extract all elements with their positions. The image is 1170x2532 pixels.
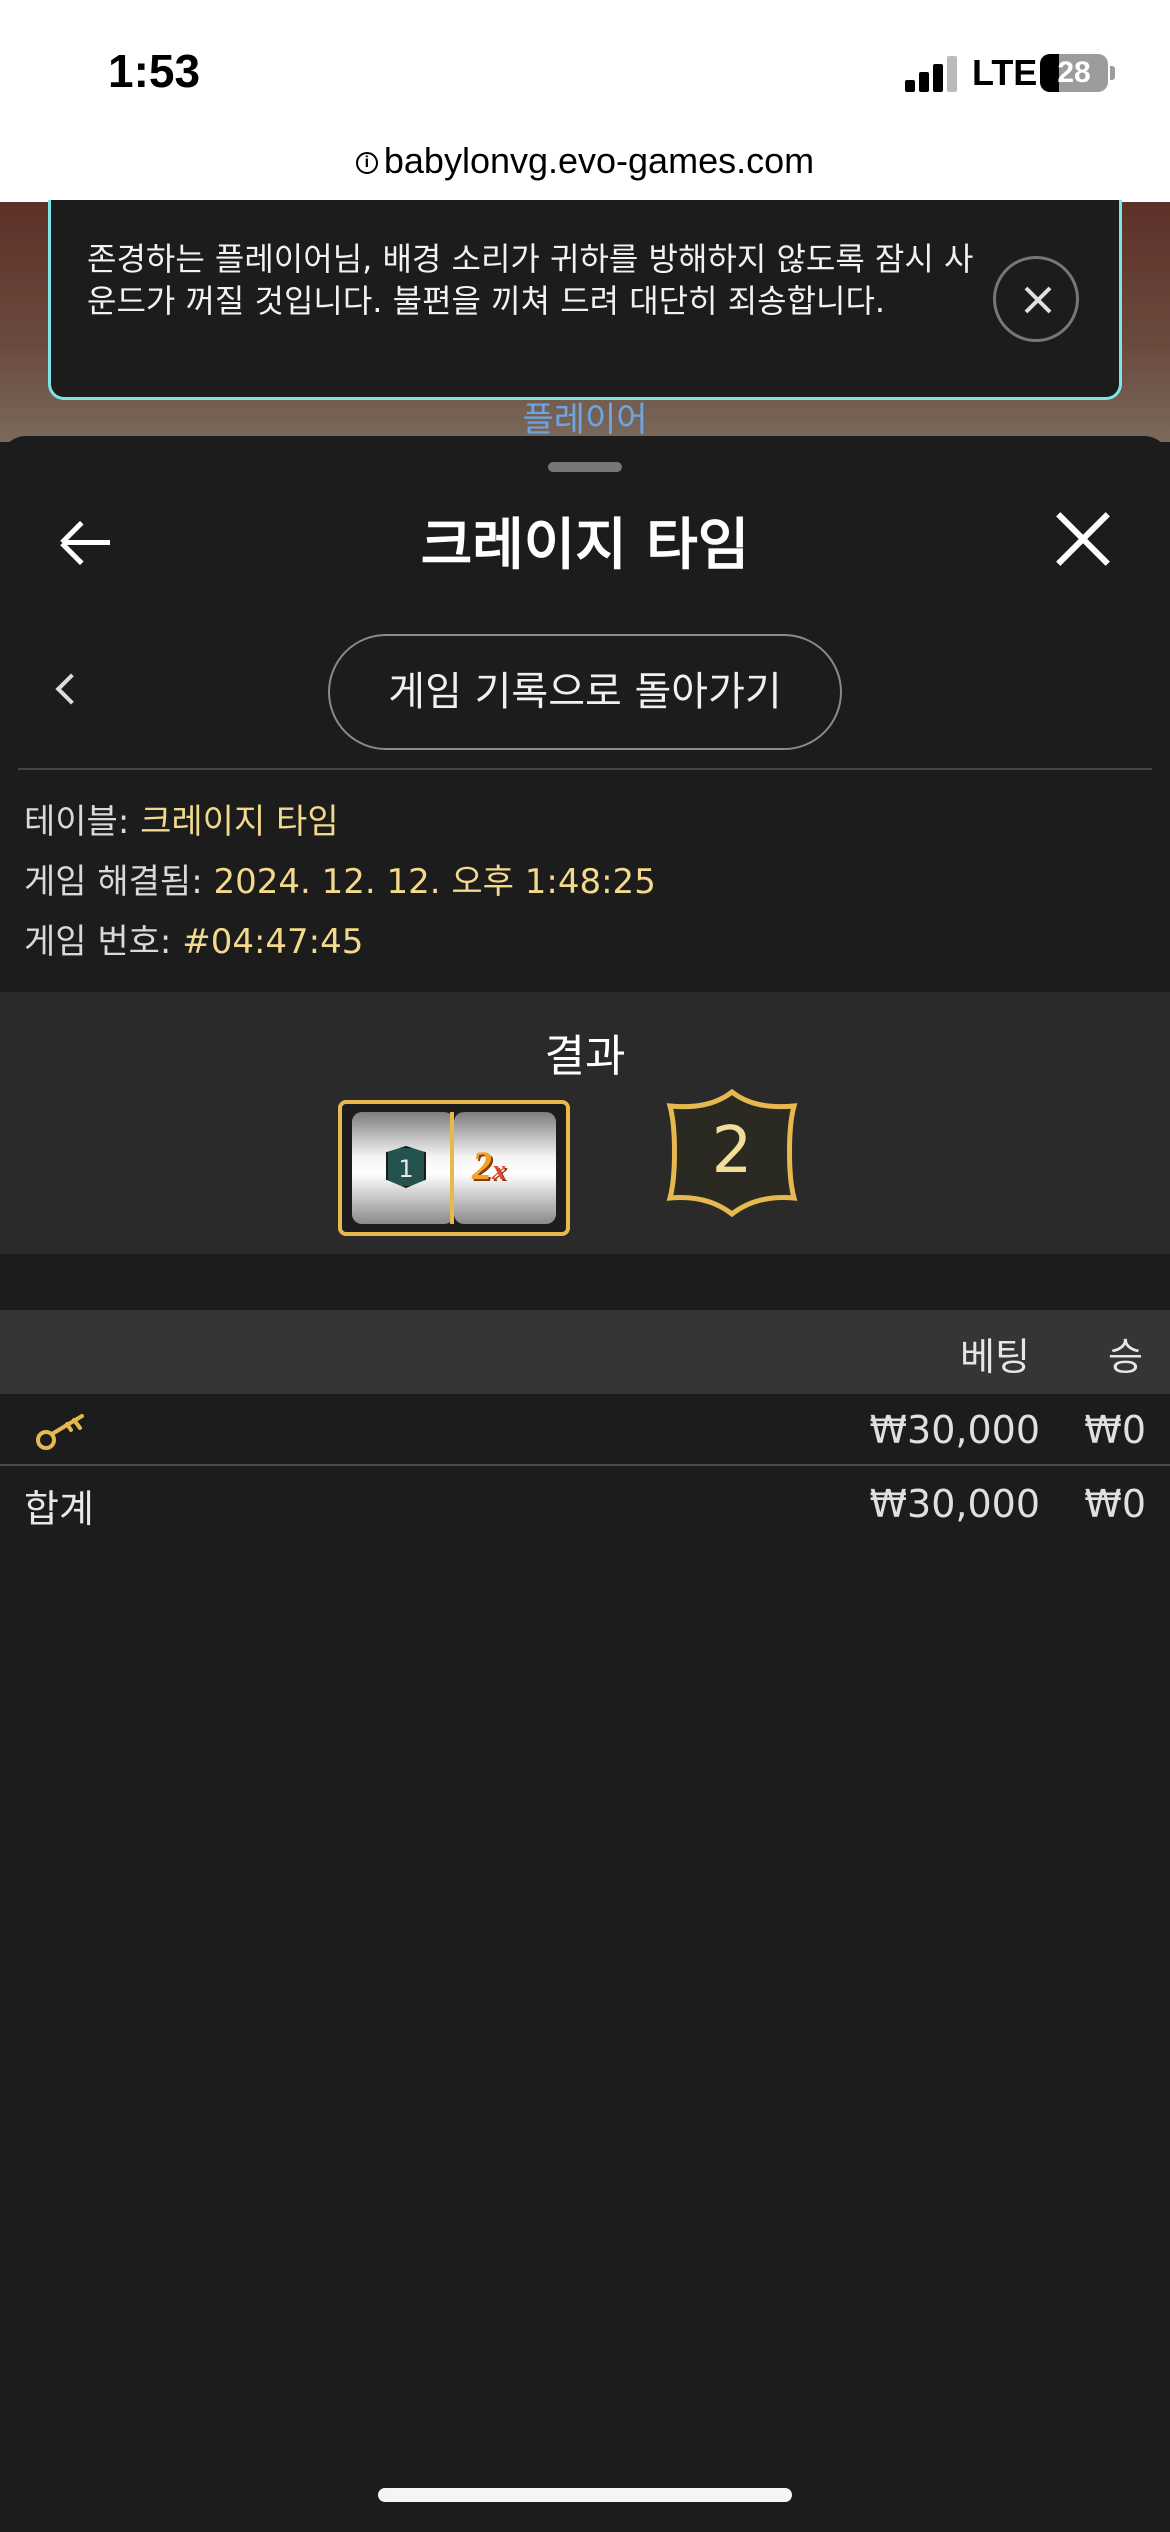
slot-reel-left: 1 [352, 1112, 454, 1224]
game-info: 테이블: 크레이지 타임 게임 해결됨: 2024. 12. 12. 오후 1:… [24, 792, 656, 972]
status-bar: 1:53 LTE 28 [0, 0, 1170, 140]
total-label: 합계 [24, 1487, 94, 1531]
total-bet: ₩30,000 [869, 1482, 1040, 1526]
home-indicator[interactable] [378, 2488, 792, 2502]
result-number-shield-icon: 2 [666, 1088, 798, 1218]
table-row: ₩30,000 ₩0 [0, 1394, 1170, 1466]
table-value: 크레이지 타임 [140, 802, 339, 842]
close-notification-button[interactable] [993, 256, 1079, 342]
result-title: 결과 [544, 1031, 626, 1082]
game-history-sheet: 크레이지 타임 게임 기록으로 돌아가기 테이블: 크레이지 타임 게임 해결됨… [0, 436, 1170, 2532]
table-label: 테이블: [24, 802, 130, 842]
wheel-number: 2 [712, 1114, 753, 1188]
close-icon[interactable] [1054, 510, 1112, 568]
url-text: babylonvg.evo-games.com [383, 140, 815, 181]
network-type: LTE [972, 52, 1038, 93]
game-number-label: 게임 번호: [24, 922, 172, 962]
chevron-left-icon[interactable] [52, 674, 82, 704]
status-time: 1:53 [108, 45, 201, 97]
drag-handle[interactable] [548, 462, 622, 472]
total-win: ₩0 [1084, 1482, 1146, 1526]
slot-divider [450, 1112, 454, 1224]
signal-icon [905, 56, 961, 92]
row-win: ₩0 [1084, 1408, 1146, 1452]
battery-icon: 28 [1040, 54, 1108, 92]
slot-number-badge: 1 [386, 1146, 426, 1188]
result-panel: 결과 1 2x 2 [0, 992, 1170, 1254]
slot-reel-right: 2x [454, 1112, 556, 1224]
slot-multiplier: 2x [472, 1142, 506, 1189]
resolved-value: 2024. 12. 12. 오후 1:48:25 [213, 862, 656, 902]
resolved-info-line: 게임 해결됨: 2024. 12. 12. 오후 1:48:25 [24, 852, 656, 912]
notification-message: 존경하는 플레이어님, 배경 소리가 귀하를 방해하지 않도록 잠시 사운드가 … [87, 240, 974, 320]
total-row: 합계 ₩30,000 ₩0 [0, 1468, 1170, 1540]
slot-multiplier-suffix: x [492, 1155, 506, 1186]
bets-table-header: 베팅 승 [0, 1310, 1170, 1394]
resolved-label: 게임 해결됨: [24, 862, 203, 902]
top-slot-icon: 1 2x [338, 1100, 570, 1236]
key-icon [36, 1414, 84, 1450]
table-info-line: 테이블: 크레이지 타임 [24, 792, 656, 852]
battery-cap [1110, 66, 1115, 80]
divider [18, 768, 1152, 770]
column-bet: 베팅 [960, 1335, 1030, 1379]
sheet-title: 크레이지 타임 [420, 513, 750, 578]
game-number-value: #04:47:45 [182, 922, 364, 962]
info-icon: i [355, 152, 378, 175]
column-win: 승 [1108, 1335, 1143, 1379]
sound-notification-banner: 존경하는 플레이어님, 배경 소리가 귀하를 방해하지 않도록 잠시 사운드가 … [48, 200, 1122, 400]
battery-percent: 28 [1057, 56, 1091, 89]
game-number-line: 게임 번호: #04:47:45 [24, 912, 656, 972]
address-bar[interactable]: i babylonvg.evo-games.com [0, 140, 1170, 202]
back-to-history-button[interactable]: 게임 기록으로 돌아가기 [328, 634, 842, 750]
slot-multiplier-value: 2 [472, 1143, 492, 1188]
row-bet: ₩30,000 [869, 1408, 1040, 1452]
